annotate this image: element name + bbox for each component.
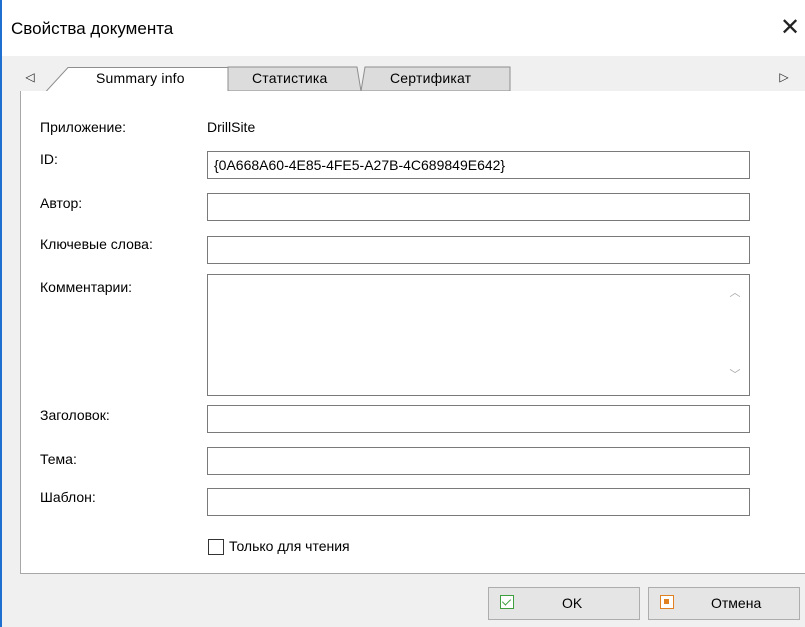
author-label: Автор: [40,195,83,211]
tab-certificate[interactable]: Сертификат [390,70,471,86]
author-field[interactable] [207,193,750,221]
tab-scroll-left-icon[interactable]: ◁ [20,66,40,88]
tab-scroll-right-icon[interactable]: ▷ [774,66,794,88]
cancel-button[interactable]: Отмена [648,587,800,620]
template-field[interactable] [207,488,750,516]
keywords-field[interactable] [207,236,750,264]
keywords-label: Ключевые слова: [40,236,153,252]
comments-textarea[interactable]: ︿ ﹀ [207,274,750,396]
id-field[interactable]: {0A668A60-4E85-4FE5-A27B-4C689849E642} [207,151,750,179]
cancel-icon [660,595,674,609]
comments-label: Комментарии: [40,279,133,295]
readonly-label: Только для чтения [229,538,350,554]
summary-panel: Приложение: DrillSite ID: {0A668A60-4E85… [20,91,805,574]
readonly-checkbox[interactable] [208,539,224,555]
ok-button[interactable]: OK [488,587,640,620]
tab-summary-info[interactable]: Summary info [96,70,185,86]
app-value: DrillSite [207,119,256,135]
ok-button-label: OK [562,595,583,611]
id-label: ID: [40,151,58,167]
title-label: Заголовок: [40,407,110,423]
window-title: Свойства документа [11,19,174,38]
app-label: Приложение: [40,119,127,135]
tab-statistics[interactable]: Статистика [252,70,328,86]
dialog-content: ◁ ▷ Summary info Статистика Сертификат П… [2,56,805,627]
title-field[interactable] [207,405,750,433]
scroll-up-icon[interactable]: ︿ [725,285,745,301]
ok-check-icon [500,595,514,609]
subject-label: Тема: [40,451,77,467]
template-label: Шаблон: [40,489,96,505]
scroll-down-icon[interactable]: ﹀ [725,367,745,383]
cancel-button-label: Отмена [711,595,762,611]
subject-field[interactable] [207,447,750,475]
close-icon[interactable]: ✕ [775,13,805,43]
title-bar: Свойства документа ✕ [2,0,805,56]
